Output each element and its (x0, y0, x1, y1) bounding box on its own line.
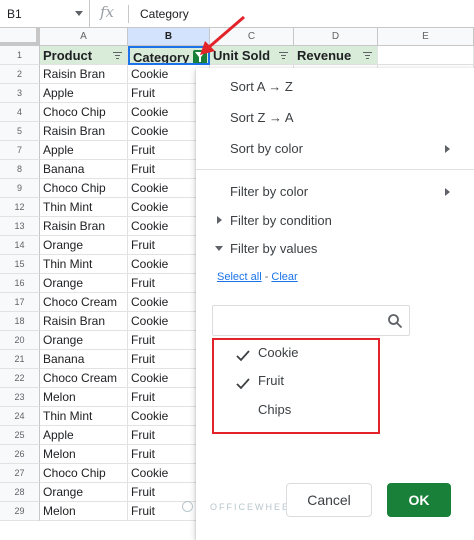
row-number[interactable]: 12 (0, 198, 40, 217)
product-cell[interactable]: Melon (40, 502, 128, 521)
chevron-down-icon[interactable] (75, 11, 83, 16)
row-number[interactable]: 7 (0, 141, 40, 160)
product-cell[interactable]: Orange (40, 274, 128, 293)
row-number[interactable]: 26 (0, 445, 40, 464)
value-search-input[interactable] (212, 305, 410, 336)
row-number[interactable]: 22 (0, 369, 40, 388)
values-list: Cookie Fruit Chips (212, 338, 380, 434)
menu-filter-by-condition[interactable]: Filter by condition (230, 213, 332, 228)
product-cell[interactable]: Banana (40, 350, 128, 369)
product-cell[interactable]: Raisin Bran (40, 65, 128, 84)
value-item-chips[interactable]: Chips (258, 402, 291, 417)
collapse-down-icon[interactable] (215, 246, 223, 251)
product-cell[interactable]: Raisin Bran (40, 217, 128, 236)
expand-right-icon[interactable] (217, 216, 222, 224)
product-cell[interactable]: Melon (40, 388, 128, 407)
row-number[interactable]: 13 (0, 217, 40, 236)
row-number[interactable]: 18 (0, 312, 40, 331)
row-number[interactable]: 20 (0, 331, 40, 350)
search-icon[interactable] (387, 313, 403, 329)
clear-link[interactable]: Clear (271, 271, 297, 283)
row-number[interactable]: 17 (0, 293, 40, 312)
value-item-cookie[interactable]: Cookie (258, 345, 298, 360)
header-label: Revenue (297, 48, 352, 63)
menu-sort-az[interactable]: Sort A → Z (230, 79, 293, 94)
row-number[interactable]: 15 (0, 255, 40, 274)
filter-dropdown-menu: Sort A → Z Sort Z → A Sort by color Filt… (182, 68, 474, 540)
row-number[interactable]: 16 (0, 274, 40, 293)
product-cell[interactable]: Choco Cream (40, 369, 128, 388)
product-cell[interactable]: Apple (40, 84, 128, 103)
product-cell[interactable]: Melon (40, 445, 128, 464)
product-cell[interactable]: Choco Cream (40, 293, 128, 312)
product-cell[interactable]: Thin Mint (40, 198, 128, 217)
product-cell[interactable]: Choco Chip (40, 464, 128, 483)
select-all-corner[interactable] (0, 28, 40, 46)
value-item-fruit[interactable]: Fruit (258, 373, 284, 388)
row-number[interactable]: 29 (0, 502, 40, 521)
fx-icon: fx (100, 3, 115, 21)
product-cell[interactable]: Raisin Bran (40, 312, 128, 331)
watermark: OFFICEWHEEL (210, 502, 298, 512)
product-cell[interactable]: Raisin Bran (40, 122, 128, 141)
menu-divider (196, 169, 474, 170)
column-header-a[interactable]: A (40, 28, 128, 46)
link-separator: - (261, 271, 272, 283)
submenu-arrow-icon (445, 188, 450, 196)
product-cell[interactable]: Thin Mint (40, 407, 128, 426)
header-cell-e[interactable] (378, 46, 474, 65)
check-icon[interactable] (236, 378, 250, 390)
product-cell[interactable]: Thin Mint (40, 255, 128, 274)
cancel-button[interactable]: Cancel (286, 483, 372, 517)
row-number[interactable]: 4 (0, 103, 40, 122)
product-cell[interactable]: Choco Chip (40, 103, 128, 122)
formula-input[interactable]: Category (140, 0, 189, 28)
menu-sort-by-color[interactable]: Sort by color (230, 141, 303, 156)
cell-reference: B1 (7, 7, 22, 21)
select-all-link[interactable]: Select all (217, 271, 262, 283)
ok-button[interactable]: OK (387, 483, 451, 517)
filter-icon[interactable] (113, 52, 122, 59)
filter-icon[interactable] (279, 52, 288, 59)
product-cell[interactable]: Orange (40, 236, 128, 255)
column-header-d[interactable]: D (294, 28, 378, 46)
row-number[interactable]: 23 (0, 388, 40, 407)
row-number[interactable]: 27 (0, 464, 40, 483)
header-cell-product[interactable]: Product (40, 46, 128, 65)
product-cell[interactable]: Apple (40, 141, 128, 160)
header-label: Product (43, 48, 93, 63)
row-number[interactable]: 5 (0, 122, 40, 141)
product-cell[interactable]: Banana (40, 160, 128, 179)
product-cell[interactable]: Choco Chip (40, 179, 128, 198)
name-box[interactable]: B1 (0, 0, 90, 28)
row-number[interactable]: 24 (0, 407, 40, 426)
select-links: Select all - Clear (217, 271, 298, 283)
row-number[interactable]: 8 (0, 160, 40, 179)
header-cell-revenue[interactable]: Revenue (294, 46, 378, 65)
row-number[interactable]: 14 (0, 236, 40, 255)
product-cell[interactable]: Apple (40, 426, 128, 445)
row-number[interactable]: 25 (0, 426, 40, 445)
header-label: Category (133, 50, 190, 65)
menu-sort-za[interactable]: Sort Z → A (230, 110, 294, 125)
watermark-logo-icon (182, 501, 193, 512)
formula-separator (128, 5, 129, 23)
product-cell[interactable]: Orange (40, 483, 128, 502)
filter-icon[interactable] (363, 52, 372, 59)
row-number[interactable]: 21 (0, 350, 40, 369)
row-number[interactable]: 28 (0, 483, 40, 502)
menu-filter-by-values[interactable]: Filter by values (230, 241, 317, 256)
row-number[interactable]: 1 (0, 46, 40, 65)
check-icon[interactable] (236, 350, 250, 362)
row-number[interactable]: 3 (0, 84, 40, 103)
menu-filter-by-color[interactable]: Filter by color (230, 184, 308, 199)
column-header-e[interactable]: E (378, 28, 474, 46)
annotation-arrow-icon (200, 15, 245, 55)
product-cell[interactable]: Orange (40, 331, 128, 350)
row-number[interactable]: 9 (0, 179, 40, 198)
submenu-arrow-icon (445, 145, 450, 153)
row-number[interactable]: 2 (0, 65, 40, 84)
